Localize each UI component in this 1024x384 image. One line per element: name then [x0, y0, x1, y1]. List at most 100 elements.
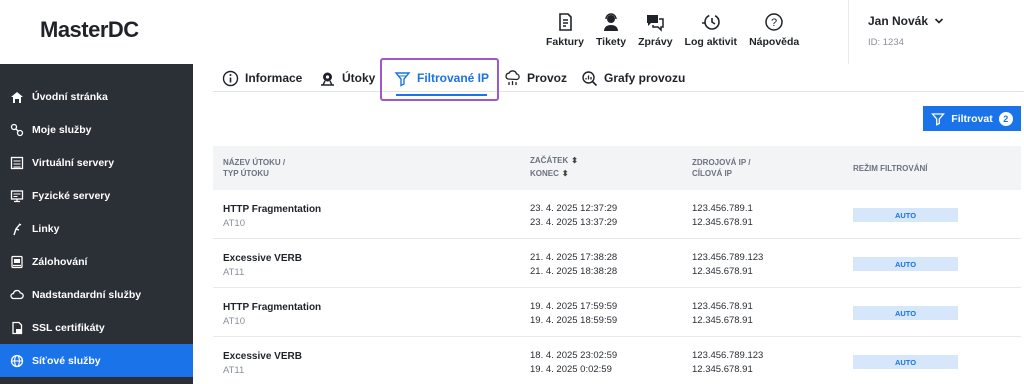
sidebar-item-my-services[interactable]: Moje služby: [0, 113, 193, 146]
user-name-toggle[interactable]: Jan Novák: [868, 14, 944, 28]
attack-name: Excessive VERB: [223, 253, 302, 264]
target-ip: 12.345.678.91: [692, 217, 753, 228]
sort-arrows-icon: ⬍: [571, 156, 578, 165]
sort-end[interactable]: KONEC ⬍: [530, 168, 578, 179]
user-name: Jan Novák: [868, 14, 929, 28]
nav-label: Tikety: [595, 36, 627, 48]
logo[interactable]: MasterDC: [40, 17, 139, 43]
sidebar: Úvodní stránka Moje služby Virtuální ser…: [0, 64, 193, 384]
start-time: 18. 4. 2025 23:02:59: [530, 350, 618, 361]
time-cell: 23. 4. 2025 12:37:29 23. 4. 2025 13:37:2…: [530, 202, 617, 230]
attack-cell: HTTP Fragmentation AT10: [223, 302, 321, 327]
nav-label: Log aktivit: [684, 36, 738, 48]
sidebar-item-label: Fyzické servery: [32, 189, 111, 202]
filter-mode-badge: AUTO: [853, 257, 958, 271]
ip-cell: 123.456.789.123 12.345.678.91: [692, 251, 763, 279]
top-header: MasterDC Faktury Tikety Zprávy Log aktiv…: [0, 0, 1024, 64]
header-text: CÍLOVÁ IP: [692, 169, 733, 178]
sidebar-item-home[interactable]: Úvodní stránka: [0, 80, 193, 113]
network-globe-icon: [10, 354, 24, 367]
sidebar-item-label: Zálohování: [32, 255, 88, 268]
source-ip: 123.456.78.91: [692, 301, 753, 312]
services-icon: [10, 123, 24, 136]
attack-type: AT11: [223, 267, 245, 278]
end-time: 23. 4. 2025 13:37:29: [530, 217, 618, 228]
sidebar-item-label: Síťové služby: [32, 354, 101, 367]
sidebar-item-virtual-servers[interactable]: Virtuální servery: [0, 146, 193, 179]
time-cell: 18. 4. 2025 23:02:59 19. 4. 2025 0:02:59: [530, 349, 617, 377]
column-header-ip: ZDROJOVÁ IP / CÍLOVÁ IP: [692, 157, 751, 179]
tab-label: Informace: [245, 71, 303, 85]
graphs-icon: [582, 70, 598, 86]
tab-label: Útoky: [342, 71, 376, 85]
ip-cell: 123.456.789.1 12.345.678.91: [692, 202, 753, 230]
sort-start[interactable]: ZAČÁTEK ⬍: [530, 155, 578, 166]
nav-label: Nápověda: [749, 36, 800, 48]
sidebar-item-label: Virtuální servery: [32, 156, 115, 169]
nav-invoices[interactable]: Faktury: [546, 12, 584, 48]
tab-label: Provoz: [527, 71, 568, 85]
tab-info[interactable]: Informace: [222, 64, 302, 92]
tab-attacks[interactable]: Útoky: [319, 64, 375, 92]
sidebar-item-label: Úvodní stránka: [32, 90, 108, 103]
column-header-attack: NÁZEV ÚTOKU / TYP ÚTOKU: [223, 157, 285, 179]
end-time: 21. 4. 2025 18:38:28: [530, 266, 618, 277]
header-text: TYP ÚTOKU: [223, 169, 269, 178]
nav-tickets[interactable]: Tikety: [596, 12, 626, 48]
source-ip: 123.456.789.1: [692, 203, 753, 214]
header-text: NÁZEV ÚTOKU /: [223, 158, 286, 167]
sidebar-item-physical-servers[interactable]: Fyzické servery: [0, 179, 193, 212]
attack-cell: Excessive VERB AT11: [223, 351, 302, 376]
start-time: 19. 4. 2025 17:59:59: [530, 301, 618, 312]
ssl-icon: [12, 321, 23, 334]
physical-server-icon: [10, 189, 24, 202]
sidebar-item-links[interactable]: Linky: [0, 212, 193, 245]
attack-name: HTTP Fragmentation: [223, 302, 322, 313]
home-icon: [11, 91, 23, 103]
user-menu[interactable]: Jan Novák ID: 1234: [868, 14, 944, 48]
filter-count-badge: 2: [998, 111, 1013, 126]
ip-cell: 123.456.78.91 12.345.678.91: [692, 300, 753, 328]
header-text: ZDROJOVÁ IP /: [692, 158, 751, 167]
target-ip: 12.345.678.91: [692, 266, 753, 277]
table-row[interactable]: HTTP Fragmentation AT10 19. 4. 2025 17:5…: [213, 288, 1021, 337]
invoice-icon: [559, 13, 572, 31]
table-row[interactable]: Excessive VERB AT11 18. 4. 2025 23:02:59…: [213, 337, 1021, 384]
links-icon: [13, 222, 22, 235]
nav-label: Zprávy: [638, 36, 673, 48]
table-row[interactable]: Excessive VERB AT11 21. 4. 2025 17:38:28…: [213, 239, 1021, 288]
tab-traffic[interactable]: Provoz: [504, 64, 567, 92]
sidebar-item-ssl[interactable]: SSL certifikáty: [0, 311, 193, 344]
user-id: ID: 1234: [868, 37, 904, 48]
sidebar-item-premium-services[interactable]: Nadstandardní služby: [0, 278, 193, 311]
time-cell: 19. 4. 2025 17:59:59 19. 4. 2025 18:59:5…: [530, 300, 617, 328]
support-agent-icon: [604, 13, 619, 31]
sidebar-item-backup[interactable]: Zálohování: [0, 245, 193, 278]
nav-activity-log[interactable]: Log aktivit: [684, 12, 738, 48]
sidebar-item-network-services[interactable]: Síťové služby: [0, 344, 193, 377]
attacks-icon: [321, 72, 334, 86]
nav-help[interactable]: ? Nápověda: [749, 12, 799, 48]
attack-type: AT11: [223, 365, 245, 376]
tab-traffic-graphs[interactable]: Grafy provozu: [581, 64, 685, 92]
chevron-down-icon: [934, 18, 944, 24]
time-cell: 21. 4. 2025 17:38:28 21. 4. 2025 18:38:2…: [530, 251, 617, 279]
virtual-server-icon: [10, 156, 24, 169]
filter-button[interactable]: Filtrovat 2: [923, 106, 1021, 131]
table-row[interactable]: HTTP Fragmentation AT10 23. 4. 2025 12:3…: [213, 190, 1021, 239]
sidebar-item-label: Linky: [32, 222, 60, 235]
end-time: 19. 4. 2025 0:02:59: [530, 364, 612, 375]
header-text: KONEC: [530, 169, 559, 178]
top-nav: Faktury Tikety Zprávy Log aktivit ? Nápo…: [540, 12, 805, 48]
header-divider: [848, 0, 849, 64]
attack-cell: HTTP Fragmentation AT10: [223, 204, 321, 229]
tab-label: Grafy provozu: [604, 71, 686, 85]
header-text: ZAČÁTEK: [530, 156, 569, 165]
sidebar-item-label: Moje služby: [32, 123, 92, 136]
tab-bar: Informace Útoky Filtrované IP Provoz Gra…: [213, 64, 1024, 96]
attack-name: HTTP Fragmentation: [223, 204, 322, 215]
source-ip: 123.456.789.123: [692, 252, 764, 263]
nav-messages[interactable]: Zprávy: [638, 12, 673, 48]
help-icon: ?: [765, 13, 783, 31]
sidebar-item-label: SSL certifikáty: [32, 321, 105, 334]
